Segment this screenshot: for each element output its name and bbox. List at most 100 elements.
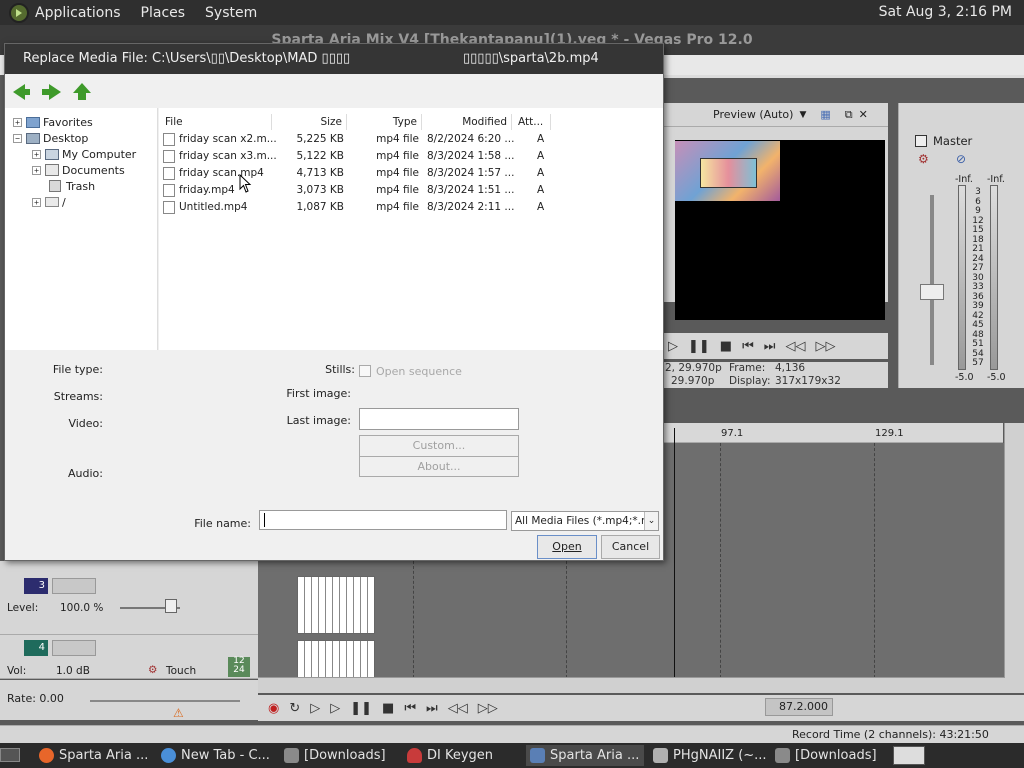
track-4-header[interactable]: 4 Vol: 1.0 dB ⚙ Touch 12 24	[0, 635, 258, 679]
track-name-field[interactable]	[52, 640, 96, 656]
loop-icon[interactable]: ↻	[289, 701, 300, 716]
preview-quality-dropdown[interactable]: Preview (Auto)	[713, 108, 793, 121]
timeline-horizontal-scrollbar[interactable]	[258, 677, 1024, 693]
tree-item-trash[interactable]: Trash	[49, 178, 95, 194]
expander-icon[interactable]: +	[32, 165, 41, 175]
audio-clip[interactable]	[297, 640, 375, 678]
chevron-down-icon[interactable]: ▼	[799, 110, 806, 120]
workspace-switcher-icon[interactable]	[893, 746, 925, 765]
up-arrow-icon	[73, 83, 91, 100]
task-button[interactable]: Sparta Aria ...	[35, 745, 153, 766]
rate-slider[interactable]	[90, 700, 240, 702]
file-attributes: A	[537, 167, 545, 179]
task-label: [Downloads]	[795, 748, 877, 763]
prev-frame-icon[interactable]: ⏮	[742, 339, 754, 354]
tree-item-documents[interactable]: + Documents	[32, 162, 125, 178]
forward-button[interactable]	[41, 83, 61, 101]
chevron-down-icon[interactable]: ⌄	[644, 512, 658, 530]
master-fx-icon[interactable]: ⚙	[918, 152, 929, 166]
close-icon[interactable]: ✕	[859, 108, 868, 121]
copy-snapshot-icon[interactable]: ⧉	[845, 108, 853, 122]
go-to-end-icon[interactable]: ⏭	[426, 701, 438, 716]
trash-icon	[49, 180, 61, 192]
column-header-type[interactable]: Type	[347, 114, 422, 130]
file-type-filter-dropdown[interactable]: All Media Files (*.mp4;*.m ⌄	[511, 511, 659, 531]
cursor-position-field[interactable]: 87.2.000	[765, 698, 833, 716]
track-name-field[interactable]	[52, 578, 96, 594]
record-icon[interactable]: ◉	[268, 701, 279, 716]
playhead-cursor[interactable]	[674, 428, 675, 678]
column-header-modified[interactable]: Modified	[422, 114, 512, 130]
tree-item-label: /	[62, 195, 66, 209]
grid-icon[interactable]: ▦	[820, 108, 830, 121]
tree-item-my-computer[interactable]: + My Computer	[32, 146, 136, 162]
file-row[interactable]: friday scan x3.m... 5,122 KB mp4 file 8/…	[159, 148, 579, 165]
timeline-ruler[interactable]: 97.1 129.1	[663, 423, 1003, 443]
dialog-titlebar[interactable]: Replace Media File: C:\Users\▯▯\Desktop\…	[5, 44, 663, 74]
back-button[interactable]	[11, 83, 31, 101]
play-from-start-icon[interactable]: ▷	[310, 701, 320, 716]
task-button[interactable]: PHgNAIIZ (~...	[649, 745, 767, 766]
ruler-mark: 97.1	[721, 428, 744, 439]
file-row[interactable]: Untitled.mp4 1,087 KB mp4 file 8/3/2024 …	[159, 199, 579, 216]
go-to-start-icon[interactable]: ⏮	[404, 701, 416, 716]
column-header-file[interactable]: File	[165, 114, 272, 130]
file-row[interactable]: friday scan.mp4 4,713 KB mp4 file 8/3/20…	[159, 165, 579, 182]
clock[interactable]: Sat Aug 3, 2:16 PM	[879, 4, 1012, 20]
master-bus-icon[interactable]	[915, 135, 927, 147]
expander-icon[interactable]: +	[32, 197, 41, 207]
file-row[interactable]: friday.mp4 3,073 KB mp4 file 8/3/2024 1:…	[159, 182, 579, 199]
pause-icon[interactable]: ❚❚	[688, 339, 710, 354]
applications-menu[interactable]: Applications	[35, 5, 121, 21]
places-menu[interactable]: Places	[141, 5, 186, 21]
tree-item-root[interactable]: + /	[32, 194, 66, 210]
tree-item-favorites[interactable]: + Favorites	[13, 114, 93, 130]
expander-icon[interactable]: +	[13, 117, 22, 127]
tree-item-label: Documents	[62, 163, 125, 177]
tree-item-desktop[interactable]: − Desktop	[13, 130, 88, 146]
file-row[interactable]: friday scan x2.m... 5,225 KB mp4 file 8/…	[159, 131, 579, 148]
documents-folder-icon	[45, 164, 59, 176]
stop-icon[interactable]: ■	[382, 701, 394, 716]
open-button[interactable]: Open	[537, 535, 597, 559]
mute-icon[interactable]: ⊘	[956, 152, 966, 166]
stop-icon[interactable]: ■	[720, 339, 732, 354]
text-caret	[264, 513, 265, 527]
task-button[interactable]: DI Keygen	[403, 745, 521, 766]
distro-logo-icon[interactable]	[9, 2, 29, 23]
play-icon[interactable]: ▷	[668, 339, 678, 354]
file-name-input[interactable]	[259, 510, 507, 530]
expander-icon[interactable]: −	[13, 133, 22, 143]
fast-forward-icon[interactable]: ▷▷	[816, 339, 836, 354]
up-folder-button[interactable]	[72, 83, 92, 101]
video-clip[interactable]	[297, 576, 375, 634]
task-button[interactable]: [Downloads]	[280, 745, 398, 766]
level-slider-thumb[interactable]	[165, 599, 177, 613]
timeline-vertical-scrollbar[interactable]	[1004, 423, 1024, 678]
automation-mode[interactable]: Touch	[166, 665, 196, 677]
cancel-button[interactable]: Cancel	[601, 535, 660, 559]
prev-frame-icon[interactable]: ◁◁	[448, 701, 468, 716]
custom-button[interactable]: Custom...	[359, 435, 519, 457]
chrome-icon	[161, 748, 176, 763]
expander-icon[interactable]: +	[32, 149, 41, 159]
task-button[interactable]: New Tab - C...	[157, 745, 275, 766]
column-header-size[interactable]: Size	[272, 114, 347, 130]
tree-item-label: My Computer	[62, 147, 137, 161]
about-button[interactable]: About...	[359, 456, 519, 477]
next-frame-icon[interactable]: ▷▷	[478, 701, 498, 716]
play-icon[interactable]: ▷	[330, 701, 340, 716]
column-header-attributes[interactable]: Att...	[515, 114, 551, 130]
task-button[interactable]: [Downloads]	[771, 745, 889, 766]
task-button-active[interactable]: Sparta Aria ...	[526, 745, 644, 766]
master-fader[interactable]	[920, 284, 944, 300]
pause-icon[interactable]: ❚❚	[350, 701, 372, 716]
next-frame-icon[interactable]: ⏭	[764, 339, 776, 354]
rewind-icon[interactable]: ◁◁	[786, 339, 806, 354]
system-menu[interactable]: System	[205, 5, 257, 21]
show-desktop-icon[interactable]	[0, 748, 20, 762]
file-type: mp4 file	[376, 201, 419, 213]
automation-gear-icon[interactable]: ⚙	[148, 664, 157, 676]
open-sequence-checkbox[interactable]	[359, 365, 371, 377]
last-image-field[interactable]	[359, 408, 519, 430]
